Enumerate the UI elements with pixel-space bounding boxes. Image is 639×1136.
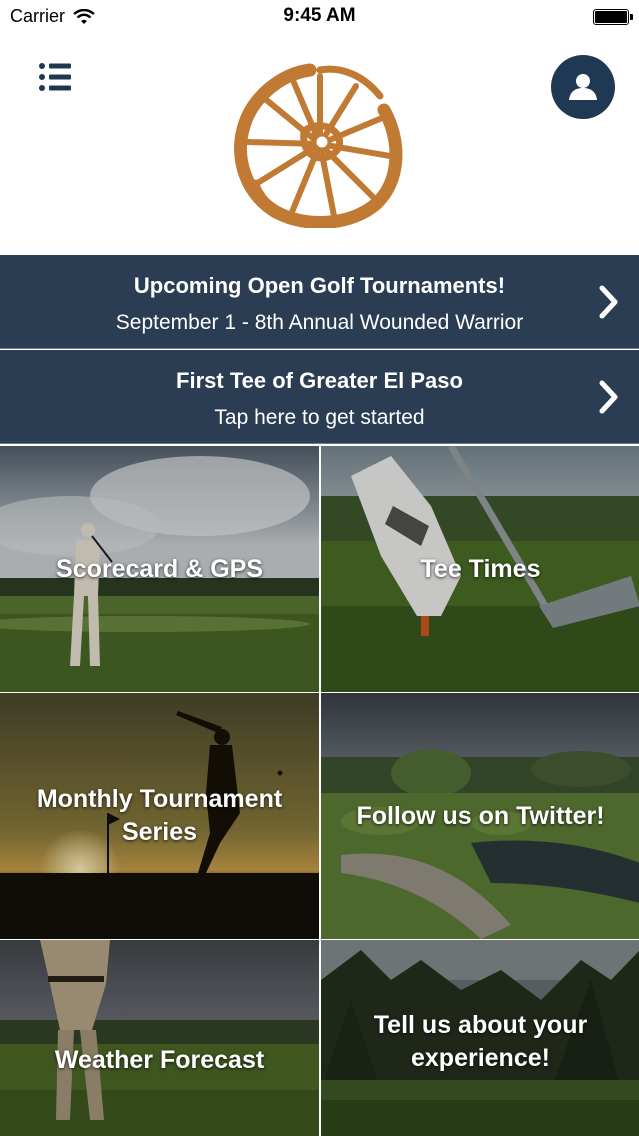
tile-monthly-tournament[interactable]: Monthly Tournament Series	[0, 693, 319, 939]
chevron-right-icon	[599, 285, 618, 319]
tile-scorecard-gps[interactable]: Scorecard & GPS	[0, 446, 319, 692]
tile-label: Monthly Tournament Series	[36, 785, 283, 846]
tile-tee-times[interactable]: Tee Times	[321, 446, 639, 692]
tile-weather-forecast[interactable]: Weather Forecast	[0, 940, 319, 1136]
battery-icon	[593, 9, 633, 25]
profile-button[interactable]	[551, 55, 615, 119]
wagon-wheel-logo	[234, 63, 403, 228]
banner-title: First Tee of Greater El Paso	[176, 368, 463, 393]
list-icon	[39, 63, 71, 91]
banner-first-tee[interactable]: First Tee of Greater El Paso Tap here to…	[0, 350, 639, 444]
menu-button[interactable]	[36, 60, 76, 96]
banner-subtitle: Tap here to get started	[214, 406, 425, 429]
tile-label: Tell us about your experience!	[373, 1011, 588, 1072]
status-time: 9:45 AM	[283, 5, 356, 26]
tile-label: Scorecard & GPS	[55, 554, 264, 583]
tile-label: Weather Forecast	[54, 1045, 265, 1074]
status-bar: Carrier 9:45 AM	[0, 0, 639, 34]
banner-title: Upcoming Open Golf Tournaments!	[133, 273, 506, 298]
tile-twitter[interactable]: Follow us on Twitter!	[321, 693, 639, 939]
tile-label: Tee Times	[420, 554, 541, 583]
banner-upcoming-tournaments[interactable]: Upcoming Open Golf Tournaments! Septembe…	[0, 255, 639, 349]
tile-label: Follow us on Twitter!	[356, 801, 605, 830]
banner-subtitle: September 1 - 8th Annual Wounded Warrior	[115, 311, 524, 334]
app-header	[0, 34, 639, 254]
chevron-right-icon	[599, 380, 618, 414]
tile-feedback[interactable]: Tell us about your experience!	[321, 940, 639, 1136]
user-icon	[569, 74, 597, 100]
